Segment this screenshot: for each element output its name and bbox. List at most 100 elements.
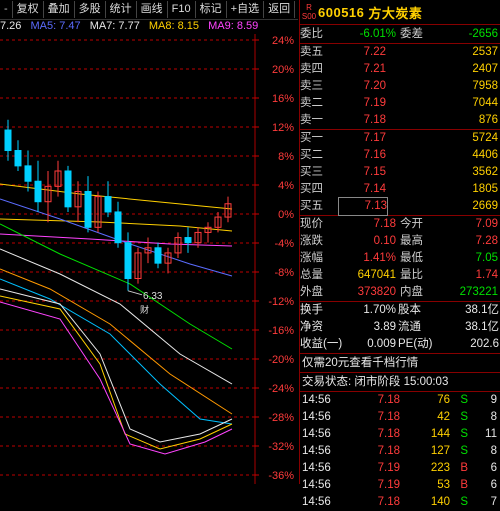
bid-book: 买一 7.17 5724 买二 7.16 4406 买三 7.15 3562 买四 7.14 1805… xyxy=(300,130,500,216)
quote-label: 涨幅 xyxy=(300,252,323,264)
trade-status-row: 交易状态: 闭市阶段 15:00:03 xyxy=(300,373,500,392)
book-price: 7.16 xyxy=(363,149,386,161)
stats-value-2: 202.6 xyxy=(470,338,499,350)
y-tick-label: -36% xyxy=(268,470,294,482)
trade-side: B xyxy=(460,479,468,491)
book-price: 7.22 xyxy=(363,46,386,58)
quote-row: 涨幅 1.41% 最低 7.05 xyxy=(300,250,500,267)
weibi-value: -6.01% xyxy=(359,27,396,40)
trade-time: 14:56 xyxy=(302,445,331,457)
trade-row: 14:56 7.18 76 S 9 xyxy=(300,392,500,409)
quote-label: 现价 xyxy=(300,218,323,230)
promo-row[interactable]: 仅需20元查看千档行情 xyxy=(300,354,500,373)
book-label: 卖三 xyxy=(300,80,323,92)
trade-status: 交易状态: 闭市阶段 15:00:03 xyxy=(302,375,449,388)
quote-row: 现价 7.18 今开 7.09 xyxy=(300,216,500,233)
book-price: 7.21 xyxy=(363,63,386,75)
quote-label-2: 最高 xyxy=(400,235,423,247)
quote-label-2: 最低 xyxy=(400,252,423,264)
candle-body xyxy=(84,190,92,228)
stats-value: 0.009 xyxy=(367,338,396,350)
stats-row: 净资 3.89 流通 38.1亿 xyxy=(300,319,500,336)
book-row: 买五 7.13 2669 xyxy=(300,197,500,216)
trade-row: 14:56 7.19 53 B 6 xyxy=(300,477,500,494)
moving-average-legend: 7.26 MA5: 7.47 MA7: 7.77 MA8: 8.15 MA9: … xyxy=(0,19,298,33)
trade-volume: 53 xyxy=(437,479,450,491)
stats-label: 净资 xyxy=(300,321,323,333)
promo-text[interactable]: 仅需20元查看千档行情 xyxy=(300,355,418,372)
trade-count: 8 xyxy=(490,445,497,457)
rs-badge: R S00 xyxy=(300,1,318,23)
trade-side: B xyxy=(460,462,468,474)
book-label: 卖二 xyxy=(300,97,323,109)
trade-time: 14:56 xyxy=(302,428,331,440)
book-label: 卖四 xyxy=(300,63,323,75)
book-label: 买三 xyxy=(300,166,323,178)
trade-time: 14:56 xyxy=(302,394,331,406)
book-price: 7.18 xyxy=(363,114,386,126)
candle-body xyxy=(154,247,162,264)
book-row: 卖三 7.20 7958 xyxy=(300,78,500,95)
y-tick-label: -28% xyxy=(268,412,294,424)
quote-value: 7.18 xyxy=(373,218,396,230)
quote-value: 1.41% xyxy=(363,252,396,264)
mark-button[interactable]: 标记 xyxy=(196,1,227,18)
trade-side: S xyxy=(460,411,468,423)
moving-average-line xyxy=(0,295,233,450)
book-row: 买三 7.15 3562 xyxy=(300,164,500,181)
book-row: 买二 7.16 4406 xyxy=(300,147,500,164)
restore-rights-button[interactable]: 复权 xyxy=(13,1,44,18)
trade-price: 7.18 xyxy=(377,445,400,457)
candle-body xyxy=(124,242,132,280)
trade-price: 7.18 xyxy=(377,411,400,423)
quote-value-2: 7.09 xyxy=(475,218,498,230)
toolbar-overflow[interactable]: - xyxy=(0,1,13,18)
y-tick-label: 16% xyxy=(272,93,294,105)
weibi-row: 委比 -6.01% 委差 -2656 xyxy=(300,25,500,44)
trade-price: 7.18 xyxy=(377,394,400,406)
book-row: 买四 7.14 1805 xyxy=(300,181,500,198)
y-tick-label: -16% xyxy=(268,325,294,337)
trade-price: 7.19 xyxy=(377,462,400,474)
book-label: 卖五 xyxy=(300,46,323,58)
stats-row: 换手 1.70% 股本 38.1亿 xyxy=(300,302,500,319)
stats-label: 换手 xyxy=(300,304,323,316)
r-label: R xyxy=(306,3,312,12)
back-button[interactable]: 返回 xyxy=(264,1,296,18)
tick-trades-list: 14:56 7.18 76 S 9 14:56 7.18 42 S 8 14:56 7.18 144 S 1… xyxy=(300,392,500,511)
quote-label: 涨跌 xyxy=(300,235,323,247)
multi-stock-button[interactable]: 多股 xyxy=(75,1,106,18)
statistics-button[interactable]: 统计 xyxy=(106,1,137,18)
quote-label-2: 今开 xyxy=(400,218,423,230)
trade-volume: 144 xyxy=(430,428,450,440)
low-annotation-label: 6.33 xyxy=(143,291,163,302)
weicha-value: -2656 xyxy=(468,27,498,40)
trade-count: 11 xyxy=(485,428,497,440)
trade-side: S xyxy=(460,394,468,406)
quote-value: 373820 xyxy=(357,286,396,298)
ma-value-0: 7.26 xyxy=(0,20,22,32)
draw-line-button[interactable]: 画线 xyxy=(137,1,168,18)
trade-volume: 223 xyxy=(430,462,450,474)
y-tick-label: -12% xyxy=(268,296,294,308)
quote-label-2: 量比 xyxy=(400,269,423,281)
candle-body xyxy=(104,196,112,213)
y-tick-label: -8% xyxy=(274,267,294,279)
candlestick-chart[interactable]: 24% 20% 16% 12% 8% 4% 0% -4% -8% -12% -16% -20% -24%… xyxy=(0,34,298,484)
stats-value-2: 38.1亿 xyxy=(465,321,499,333)
stats-label: 收益(一) xyxy=(300,338,343,350)
trade-time: 14:56 xyxy=(302,462,331,474)
s-label: S00 xyxy=(301,12,317,21)
overlay-button[interactable]: 叠加 xyxy=(44,1,75,18)
f10-button[interactable]: F10 xyxy=(168,1,196,18)
stats-value: 3.89 xyxy=(373,321,396,333)
ma-value-2: MA7: 7.77 xyxy=(89,20,140,32)
quote-label: 外盘 xyxy=(300,286,323,298)
stock-header: R S00 600516 方大炭素 xyxy=(300,0,500,25)
add-watchlist-button[interactable]: +自选 xyxy=(227,1,265,18)
book-price: 7.20 xyxy=(363,80,386,92)
trade-count: 6 xyxy=(490,462,497,474)
book-volume: 2537 xyxy=(472,46,498,58)
y-tick-label: 20% xyxy=(272,64,294,76)
book-volume: 7044 xyxy=(472,97,498,109)
